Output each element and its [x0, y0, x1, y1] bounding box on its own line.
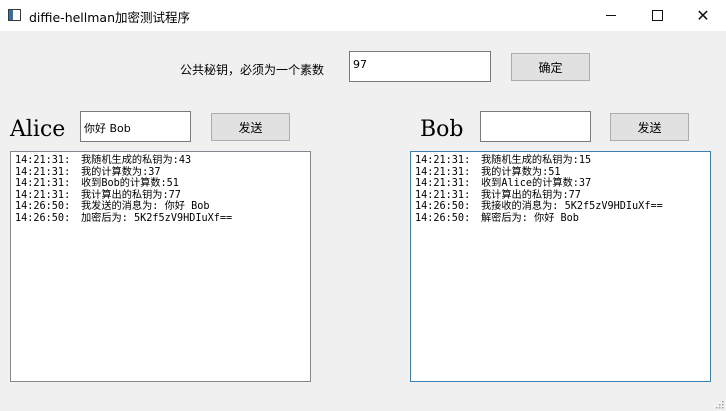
log-timestamp: 14:26:50:: [15, 212, 71, 224]
log-message: 我计算出的私钥为:77: [81, 189, 181, 201]
log-timestamp: 14:21:31:: [415, 166, 471, 178]
confirm-button[interactable]: 确定: [511, 53, 590, 81]
log-timestamp: 14:21:31:: [415, 189, 471, 201]
bob-send-button[interactable]: 发送: [610, 113, 689, 141]
log-line: 14:26:50: 解密后为: 你好 Bob: [415, 213, 706, 225]
log-line: 14:21:31: 收到Alice的计算数:37: [415, 178, 706, 190]
minimize-button[interactable]: [588, 0, 634, 31]
log-line: 14:26:50: 加密后为: 5K2f5zV9HDIuXf==: [15, 213, 306, 225]
log-line: 14:21:31: 我随机生成的私钥为:15: [415, 155, 706, 167]
alice-log-box[interactable]: 14:21:31: 我随机生成的私钥为:43 14:21:31: 我的计算数为:37 1…: [10, 151, 311, 382]
minimize-icon: [606, 15, 616, 16]
log-message: 收到Alice的计算数:37: [481, 178, 592, 189]
log-timestamp: 14:26:50:: [15, 201, 71, 212]
log-message: 我接收的消息为: 5K2f5zV9HDIuXf==: [481, 201, 663, 212]
log-line: 14:21:31: 我计算出的私钥为:77: [415, 190, 706, 202]
prime-input[interactable]: 97: [349, 51, 491, 82]
log-message: 我的计算数为:37: [81, 166, 161, 178]
log-timestamp: 14:21:31:: [15, 178, 71, 189]
log-message: 收到Bob的计算数:51: [81, 178, 179, 189]
log-line: 14:21:31: 收到Bob的计算数:51: [15, 178, 306, 190]
log-timestamp: 14:21:31:: [15, 155, 71, 166]
maximize-icon: [651, 10, 663, 21]
bob-message-input[interactable]: [480, 111, 591, 142]
log-line: 14:26:50: 我接收的消息为: 5K2f5zV9HDIuXf==: [415, 201, 706, 213]
log-timestamp: 14:21:31:: [415, 178, 471, 189]
log-message: 我随机生成的私钥为:43: [81, 155, 192, 166]
log-line: 14:21:31: 我的计算数为:37: [15, 167, 306, 179]
log-message: 解密后为: 你好 Bob: [481, 212, 579, 224]
log-line: 14:26:50: 我发送的消息为: 你好 Bob: [15, 201, 306, 213]
log-message: 加密后为: 5K2f5zV9HDIuXf==: [81, 212, 233, 224]
resize-grip-icon[interactable]: [714, 399, 724, 409]
log-message: 我随机生成的私钥为:15: [481, 155, 592, 166]
bob-name-label: Bob: [420, 117, 464, 142]
log-line: 14:21:31: 我随机生成的私钥为:43: [15, 155, 306, 167]
bob-log-box[interactable]: 14:21:31: 我随机生成的私钥为:15 14:21:31: 我的计算数为:51 1…: [410, 151, 711, 382]
title-bar: diffie-hellman加密测试程序 ✕: [0, 0, 726, 31]
log-message: 我发送的消息为: 你好 Bob: [81, 201, 210, 212]
log-line: 14:21:31: 我的计算数为:51: [415, 167, 706, 179]
log-timestamp: 14:21:31:: [15, 166, 71, 178]
log-timestamp: 14:26:50:: [415, 201, 471, 212]
close-icon: ✕: [696, 5, 710, 25]
close-button[interactable]: ✕: [680, 0, 726, 31]
log-message: 我计算出的私钥为:77: [481, 189, 581, 201]
log-line: 14:21:31: 我计算出的私钥为:77: [15, 190, 306, 202]
log-timestamp: 14:26:50:: [415, 212, 471, 224]
alice-send-button[interactable]: 发送: [211, 113, 290, 141]
alice-name-label: Alice: [10, 117, 66, 142]
log-message: 我的计算数为:51: [481, 166, 561, 178]
window-title: diffie-hellman加密测试程序: [29, 10, 191, 25]
maximize-button[interactable]: [634, 0, 680, 31]
prime-label: 公共秘钥，必须为一个素数: [180, 63, 325, 77]
alice-message-input[interactable]: 你好 Bob: [80, 111, 191, 142]
log-timestamp: 14:21:31:: [415, 155, 471, 166]
app-icon: [8, 9, 21, 21]
log-timestamp: 14:21:31:: [15, 189, 71, 201]
